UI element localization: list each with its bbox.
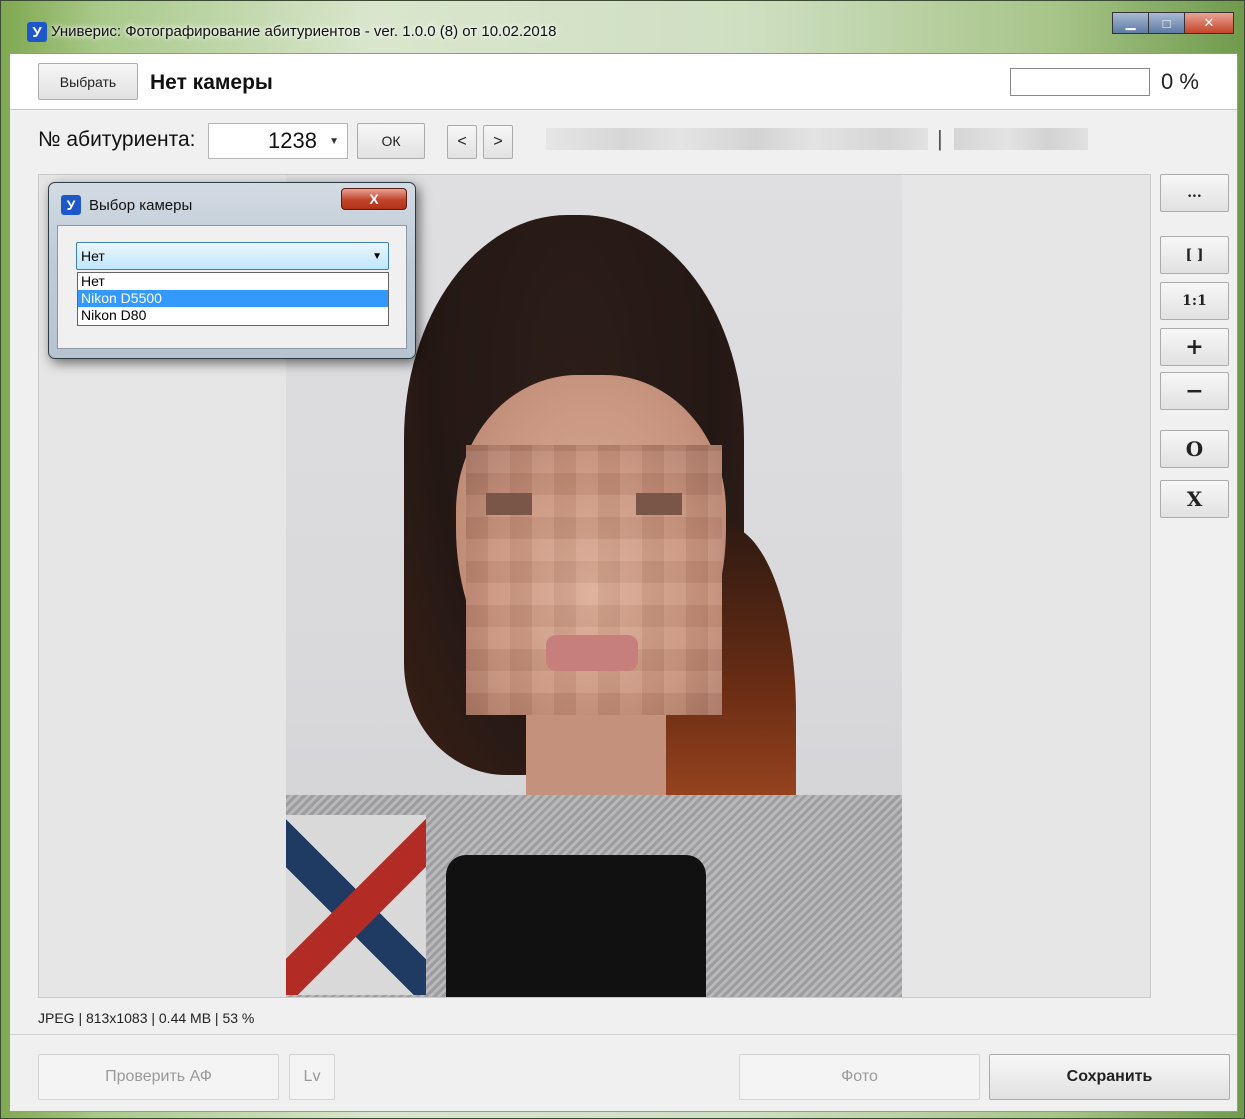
minimize-button[interactable]: ▁ (1112, 12, 1148, 34)
photo-eye-right (636, 493, 682, 515)
dialog-logo-icon: У (61, 195, 81, 215)
actual-size-button[interactable]: 1:1 (1160, 282, 1229, 320)
window-title: Универис: Фотографирование абитуриентов … (51, 23, 557, 40)
camera-option[interactable]: Nikon D5500 (78, 290, 388, 307)
camera-combo[interactable]: Нет ▼ (76, 242, 389, 270)
pixelated-face (466, 445, 722, 715)
applicant-number-combo[interactable]: 1238 ▼ (208, 123, 348, 159)
app-logo-icon: У (27, 22, 47, 42)
applicant-info-redacted (954, 128, 1088, 150)
applicant-number-label: № абитуриента: (38, 128, 196, 151)
app-window: У Универис: Фотографирование абитуриенто… (0, 0, 1245, 1119)
save-button[interactable]: Сохранить (989, 1054, 1230, 1100)
photo-mouth (546, 635, 638, 671)
fit-frame-button[interactable]: [ ] (1160, 236, 1229, 274)
camera-select-dialog: У Выбор камеры X Нет ▼ Нет Nikon D5500 N… (48, 182, 416, 359)
ok-button[interactable]: ОК (357, 123, 425, 159)
caption-buttons: ▁ □ ✕ (1112, 12, 1234, 34)
photo-cardigan-pattern (286, 815, 426, 995)
camera-combo-value: Нет (81, 248, 105, 264)
next-applicant-button[interactable]: > (483, 125, 513, 159)
zoom-out-button[interactable]: − (1160, 372, 1229, 410)
image-status-bar: JPEG | 813x1083 | 0.44 MB | 53 % (38, 1010, 255, 1026)
photo-eye-left (486, 493, 532, 515)
photo-shirt (446, 855, 706, 997)
take-photo-button[interactable]: Фото (739, 1054, 980, 1100)
camera-options-list: Нет Nikon D5500 Nikon D80 (77, 272, 389, 326)
chevron-down-icon: ▼ (372, 251, 382, 262)
check-autofocus-button[interactable]: Проверить АФ (38, 1054, 279, 1100)
dialog-body: Нет ▼ Нет Nikon D5500 Nikon D80 (57, 225, 407, 349)
chevron-down-icon: ▼ (329, 136, 339, 147)
camera-option[interactable]: Nikon D80 (78, 307, 388, 324)
rotate-button[interactable]: O (1160, 430, 1229, 468)
applicant-number-value: 1238 (268, 128, 317, 153)
progress-percent: 0 % (1161, 69, 1199, 94)
browse-button[interactable]: ... (1160, 174, 1229, 212)
camera-header: Выбрать Нет камеры 0 % (10, 54, 1237, 110)
dialog-close-button[interactable]: X (341, 188, 407, 210)
previous-applicant-button[interactable]: < (447, 125, 477, 159)
maximize-button[interactable]: □ (1148, 12, 1184, 34)
info-separator: | (937, 126, 943, 151)
dialog-title: Выбор камеры (89, 197, 193, 214)
close-button[interactable]: ✕ (1184, 12, 1234, 34)
select-camera-button[interactable]: Выбрать (38, 63, 138, 100)
applicant-name-redacted (546, 128, 928, 150)
zoom-in-button[interactable]: + (1160, 328, 1229, 366)
clear-button[interactable]: X (1160, 480, 1229, 518)
camera-option[interactable]: Нет (78, 273, 388, 290)
progress-bar (1010, 68, 1150, 96)
camera-status: Нет камеры (150, 71, 273, 94)
live-view-button[interactable]: Lv (289, 1054, 335, 1100)
title-bar: У Универис: Фотографирование абитуриенто… (1, 1, 1244, 45)
